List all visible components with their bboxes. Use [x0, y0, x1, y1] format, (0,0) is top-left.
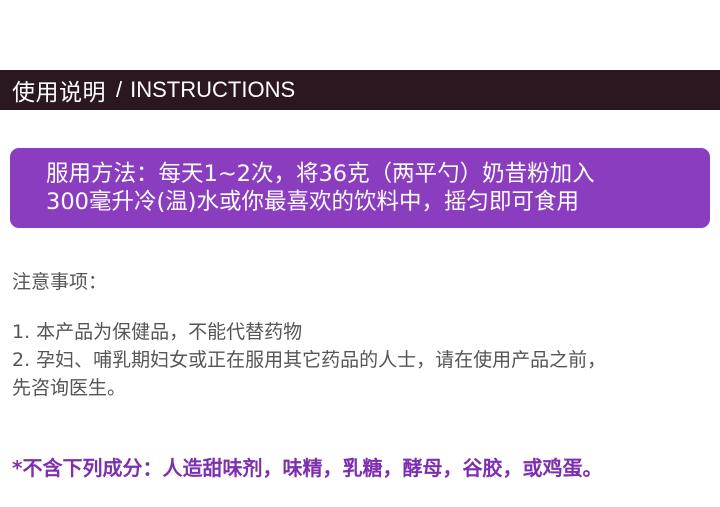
note-item-1: 1. 本产品为保健品，不能代替药物 — [12, 321, 303, 343]
section-header: 使用说明 / INSTRUCTIONS — [0, 70, 720, 110]
section-title-cn: 使用说明 — [12, 80, 106, 106]
note-item-2-continued: 先咨询医生。 — [12, 377, 127, 399]
section-title-en: INSTRUCTIONS — [130, 77, 296, 102]
title-separator: / — [116, 77, 123, 102]
excluded-ingredients: *不含下列成分：人造甜味剂，味精，乳糖，酵母，谷胶，或鸡蛋。 — [12, 456, 603, 480]
notes-list: 1. 本产品为保健品，不能代替药物 2. 孕妇、哺乳期妇女或正在服用其它药品的人… — [12, 318, 606, 402]
usage-method-line-1: 服用方法：每天1~2次，将36克（两平勺）奶昔粉加入 — [46, 161, 595, 187]
usage-method-line-2: 300毫升冷(温)水或你最喜欢的饮料中，摇匀即可食用 — [46, 189, 580, 215]
notes-heading: 注意事项： — [12, 271, 108, 293]
note-item-2: 2. 孕妇、哺乳期妇女或正在服用其它药品的人士，请在使用产品之前， — [12, 349, 607, 371]
usage-method-box: 服用方法：每天1~2次，将36克（两平勺）奶昔粉加入 300毫升冷(温)水或你最… — [10, 148, 710, 228]
